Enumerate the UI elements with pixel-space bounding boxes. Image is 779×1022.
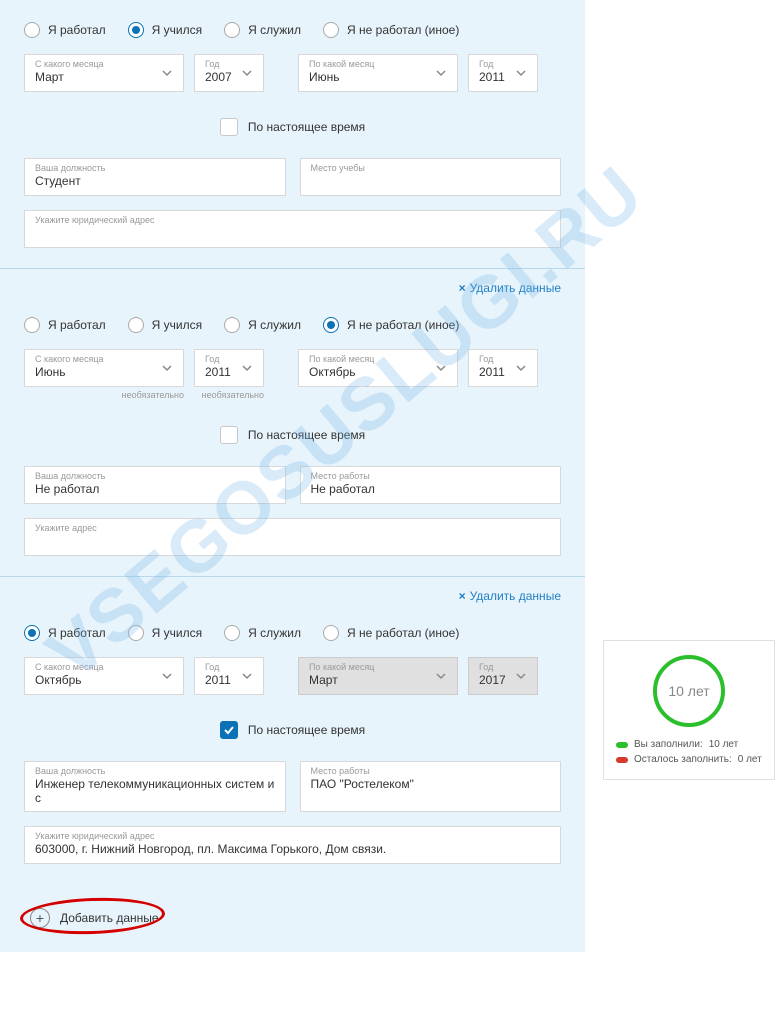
radio-worked[interactable]: Я работал [24,22,106,38]
radio-served[interactable]: Я служил [224,625,301,641]
radio-worked[interactable]: Я работал [24,317,106,333]
remain-label: Осталось заполнить: [634,754,732,765]
from-year-select[interactable]: Год2011 [194,657,264,695]
present-label: По настоящее время [248,120,365,134]
from-year-select[interactable]: Год2007 [194,54,264,92]
position-input[interactable]: Ваша должностьНе работал [24,466,286,504]
place-input[interactable]: Место работыНе работал [300,466,562,504]
radio-icon [224,22,240,38]
radio-icon [323,625,339,641]
to-month-select[interactable]: По какой месяцИюнь [298,54,458,92]
place-input[interactable]: Место работыПАО "Ростелеком" [300,761,562,812]
radio-worked[interactable]: Я работал [24,625,106,641]
present-checkbox[interactable] [220,721,238,739]
address-input[interactable]: Укажите адрес [24,518,561,556]
chevron-down-icon [435,66,447,78]
to-month-select[interactable]: По какой месяцОктябрь [298,349,458,387]
employment-section: Я работал Я учился Я служил Я не работал (и… [0,295,585,577]
radio-icon [24,317,40,333]
highlight-circle [19,895,165,936]
address-input[interactable]: Укажите юридический адрес [24,210,561,248]
delete-data-link[interactable]: ×Удалить данные [0,577,585,603]
radio-icon [24,625,40,641]
chevron-down-icon [435,669,447,681]
add-data-button[interactable]: + Добавить данные [24,902,173,934]
from-month-select[interactable]: С какого месяцаМарт [24,54,184,92]
chevron-down-icon [161,361,173,373]
employment-section: Я работал Я учился Я служил Я не работал (и… [0,0,585,269]
to-year-select[interactable]: Год2011 [468,349,538,387]
employment-form: VSEGOSUSLUGI.RU Я работалЯ училсяЯ служи… [0,0,585,952]
close-icon: × [459,281,466,295]
chevron-down-icon [161,669,173,681]
close-icon: × [459,589,466,603]
radio-icon [323,22,339,38]
filled-label: Вы заполнили: [634,739,703,750]
remain-value: 0 лет [738,754,762,765]
radio-notWorked[interactable]: Я не работал (иное) [323,625,459,641]
chevron-down-icon [241,361,253,373]
radio-studied[interactable]: Я учился [128,625,202,641]
to-year-select: Год2017 [468,657,538,695]
filled-value: 10 лет [709,739,739,750]
to-year-select[interactable]: Год2011 [468,54,538,92]
radio-icon [128,22,144,38]
radio-studied[interactable]: Я учился [128,317,202,333]
employment-section: Я работал Я учился Я служил Я не работал (и… [0,603,585,884]
radio-studied[interactable]: Я учился [128,22,202,38]
radio-icon [224,625,240,641]
progress-widget: 10 лет Вы заполнили: 10 лет Осталось запо… [603,640,775,780]
present-label: По настоящее время [248,428,365,442]
from-month-select[interactable]: С какого месяцаОктябрь [24,657,184,695]
activity-radio-group: Я работал Я учился Я служил Я не работал (и… [24,22,561,38]
chevron-down-icon [241,66,253,78]
chevron-down-icon [435,361,447,373]
address-input[interactable]: Укажите юридический адрес603000, г. Нижн… [24,826,561,864]
activity-radio-group: Я работал Я учился Я служил Я не работал (и… [24,317,561,333]
radio-served[interactable]: Я служил [224,22,301,38]
from-year-select[interactable]: Год2011 [194,349,264,387]
progress-circle: 10 лет [653,655,725,727]
present-label: По настоящее время [248,723,365,737]
pill-red-icon [616,757,628,763]
place-input[interactable]: Место учебы [300,158,562,196]
radio-served[interactable]: Я служил [224,317,301,333]
radio-notWorked[interactable]: Я не работал (иное) [323,22,459,38]
chevron-down-icon [515,361,527,373]
radio-icon [128,625,144,641]
present-checkbox[interactable] [220,426,238,444]
pill-green-icon [616,742,628,748]
delete-data-link[interactable]: ×Удалить данные [0,269,585,295]
progress-text: 10 лет [668,683,709,699]
radio-icon [323,317,339,333]
from-month-select[interactable]: С какого месяцаИюнь [24,349,184,387]
position-input[interactable]: Ваша должностьИнженер телекоммуникационн… [24,761,286,812]
position-input[interactable]: Ваша должностьСтудент [24,158,286,196]
chevron-down-icon [241,669,253,681]
chevron-down-icon [515,66,527,78]
chevron-down-icon [515,669,527,681]
to-month-select: По какой месяцМарт [298,657,458,695]
chevron-down-icon [161,66,173,78]
activity-radio-group: Я работал Я учился Я служил Я не работал (и… [24,625,561,641]
radio-notWorked[interactable]: Я не работал (иное) [323,317,459,333]
radio-icon [224,317,240,333]
present-checkbox[interactable] [220,118,238,136]
radio-icon [128,317,144,333]
radio-icon [24,22,40,38]
